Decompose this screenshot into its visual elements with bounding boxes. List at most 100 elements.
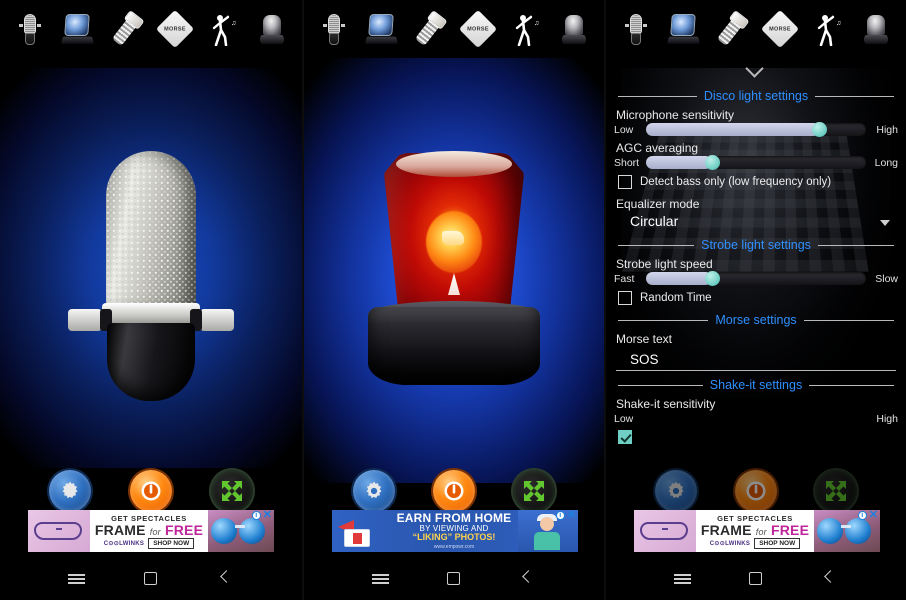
expand-button[interactable] — [513, 470, 555, 512]
police-beacon-screen: MORSE ♪ ♫ i ✕ EARN FROM HOME BY VIEWING … — [302, 0, 604, 600]
slider-min-label-shake: Low — [614, 412, 634, 425]
ad-line-2-free: FREE — [164, 521, 204, 538]
toolbar-item-microphone[interactable] — [616, 7, 656, 51]
recents-button[interactable] — [66, 567, 88, 589]
home-button[interactable] — [140, 567, 162, 589]
section-title-morse: Morse settings — [715, 313, 797, 327]
toolbar-item-beacon[interactable] — [252, 7, 292, 51]
power-button[interactable] — [735, 470, 777, 512]
ad-close-icon[interactable]: ✕ — [869, 510, 878, 521]
label-equalizer-mode: Equalizer mode — [616, 197, 700, 211]
toolbar-item-beacon[interactable] — [554, 7, 594, 51]
ad-info-icon[interactable]: i — [251, 511, 261, 520]
slider-strobe-light-speed[interactable] — [646, 270, 866, 286]
slider-thumb[interactable] — [704, 270, 720, 286]
disco-light-icon — [364, 14, 399, 44]
expand-button[interactable] — [815, 470, 857, 512]
power-button[interactable] — [433, 470, 475, 512]
chevron-down-icon[interactable] — [880, 220, 890, 226]
ad-info-icon[interactable]: i — [555, 511, 565, 520]
checkbox-shake-enabled[interactable] — [618, 430, 632, 444]
control-button-row — [606, 468, 906, 514]
control-button-row — [0, 468, 302, 514]
slider-max-label-shake: High — [876, 412, 898, 425]
toolbar-item-shake[interactable]: ♪ ♫ — [808, 7, 848, 51]
power-icon — [746, 481, 766, 501]
slider-microphone-sensitivity[interactable] — [646, 121, 866, 137]
expand-button[interactable] — [210, 470, 253, 512]
android-navigation-bar — [304, 556, 604, 600]
police-beacon-icon — [259, 14, 284, 44]
slider-thumb[interactable] — [704, 154, 720, 170]
ad-banner-spectacles[interactable]: i ✕ GET SPECTACLES FRAME for FREE C⊙⊙LWI… — [28, 510, 274, 552]
toolbar-item-shake[interactable]: ♪ ♫ — [506, 7, 546, 51]
ad-banner-earn[interactable]: i ✕ EARN FROM HOME BY VIEWING AND “LIKIN… — [332, 510, 578, 552]
collapse-settings-button[interactable] — [614, 58, 898, 82]
recents-button[interactable] — [672, 567, 694, 589]
microphone-graphic — [68, 151, 234, 402]
toolbar-item-flashlight[interactable] — [107, 7, 147, 51]
top-toolbar: MORSE ♪ ♫ — [606, 0, 906, 58]
home-button[interactable] — [443, 567, 465, 589]
slider-thumb[interactable] — [812, 121, 828, 137]
ad-info-icon[interactable]: i — [857, 511, 867, 520]
svg-text:♫: ♫ — [836, 20, 841, 27]
ad-close-icon[interactable]: ✕ — [567, 510, 576, 521]
toolbar-item-disco[interactable] — [664, 7, 704, 51]
power-icon — [444, 481, 464, 501]
ad-close-icon[interactable]: ✕ — [263, 510, 272, 521]
toolbar-item-disco[interactable] — [362, 7, 402, 51]
ad-cta-button[interactable]: SHOP NOW — [148, 537, 195, 549]
police-beacon-icon — [562, 14, 586, 44]
settings-button[interactable] — [49, 470, 92, 512]
back-button[interactable] — [818, 567, 840, 589]
input-value-morse-text: SOS — [630, 352, 659, 367]
slider-max-label-strobe: Slow — [875, 272, 898, 285]
flashlight-icon — [414, 10, 448, 47]
slider-row-shake-sensitivity: Low High — [614, 412, 898, 425]
section-header-shake: Shake-it settings — [618, 378, 895, 392]
power-button[interactable] — [129, 470, 172, 512]
settings-button[interactable] — [655, 470, 697, 512]
police-beacon-graphic — [364, 143, 544, 393]
ad-banner-spectacles[interactable]: i ✕ GET SPECTACLES FRAME for FREE C⊙⊙LWI… — [634, 510, 880, 552]
checkbox-row-random-time[interactable]: Random Time — [618, 291, 898, 305]
checkbox-row-shake-enabled[interactable] — [618, 430, 898, 444]
select-equalizer-mode[interactable]: Circular — [616, 212, 896, 231]
recents-button[interactable] — [370, 567, 392, 589]
ad-badge[interactable]: i ✕ — [857, 510, 878, 521]
ad-badge[interactable]: i ✕ — [251, 510, 272, 521]
toolbar-item-disco[interactable] — [58, 7, 98, 51]
toolbar-item-morse[interactable]: MORSE — [458, 7, 498, 51]
slider-min-label-strobe: Fast — [614, 272, 635, 285]
disco-light-icon — [666, 14, 701, 44]
toolbar-item-microphone[interactable] — [314, 7, 354, 51]
back-button[interactable] — [214, 567, 236, 589]
toolbar-item-flashlight[interactable] — [712, 7, 752, 51]
toolbar-item-microphone[interactable] — [10, 7, 50, 51]
input-morse-text[interactable]: SOS — [616, 350, 896, 371]
back-button[interactable] — [516, 567, 538, 589]
select-value-equalizer-mode: Circular — [630, 213, 679, 229]
toolbar-item-shake[interactable]: ♪ ♫ — [203, 7, 243, 51]
ad-badge[interactable]: i ✕ — [555, 510, 576, 521]
ad-cta-button[interactable]: SHOP NOW — [754, 537, 801, 549]
slider-max-label-agc: Long — [874, 156, 898, 169]
checkbox-detect-bass-only[interactable] — [618, 175, 632, 189]
home-button[interactable] — [745, 567, 767, 589]
ad-line-2-main: FRAME — [700, 521, 752, 538]
toolbar-item-flashlight[interactable] — [410, 7, 450, 51]
slider-agc-averaging[interactable] — [646, 154, 866, 170]
toolbar-item-beacon[interactable] — [856, 7, 896, 51]
dancing-person-icon: ♪ ♫ — [817, 14, 841, 46]
toolbar-item-morse[interactable]: MORSE — [155, 7, 195, 51]
section-title-strobe: Strobe light settings — [701, 238, 811, 252]
checkbox-row-detect-bass-only[interactable]: Detect bass only (low frequency only) — [618, 175, 898, 189]
expand-arrows-icon — [826, 481, 846, 501]
ad-line-2-for: for — [755, 526, 767, 537]
toolbar-item-morse[interactable]: MORSE — [760, 7, 800, 51]
checkbox-random-time[interactable] — [618, 291, 632, 305]
disco-light-icon — [61, 14, 95, 44]
settings-button[interactable] — [353, 470, 395, 512]
expand-arrows-icon — [524, 481, 544, 501]
